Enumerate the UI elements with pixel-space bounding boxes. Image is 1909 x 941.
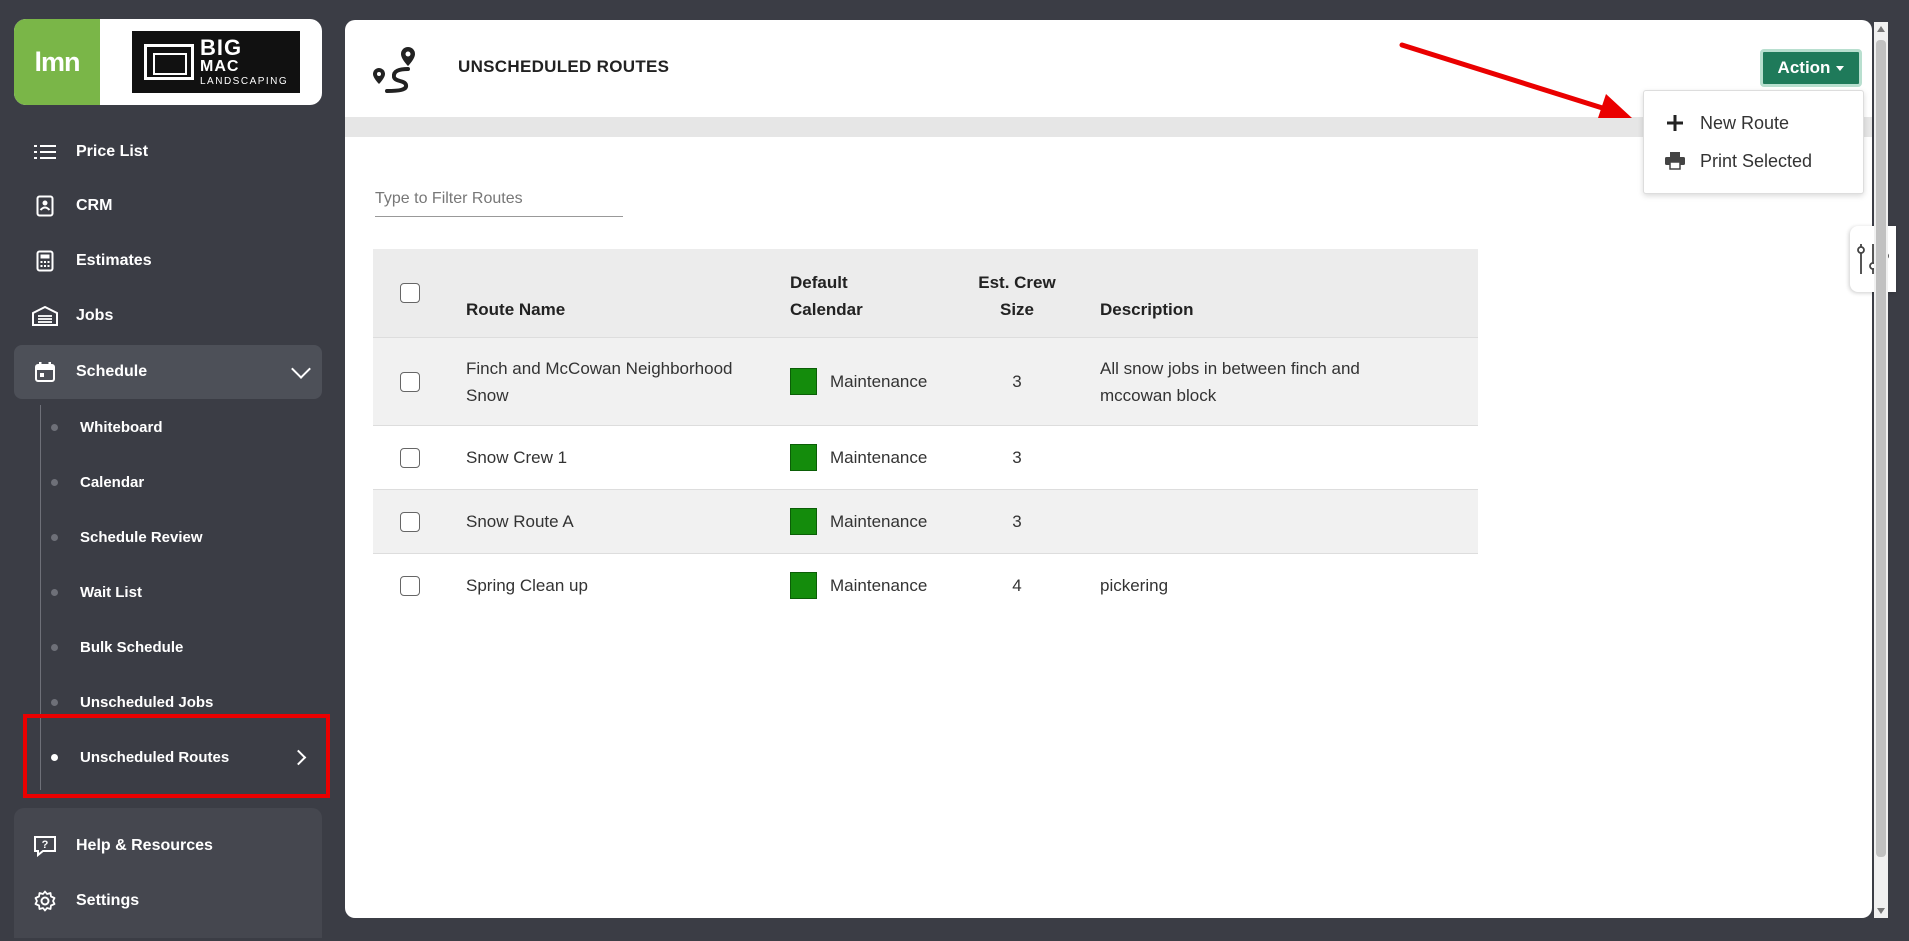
- tree-dot: [51, 424, 58, 431]
- menu-item-print-selected[interactable]: Print Selected: [1664, 147, 1812, 175]
- list-icon: [28, 140, 62, 164]
- sidebar-item-crm[interactable]: CRM: [14, 181, 322, 231]
- row-checkbox[interactable]: [400, 512, 420, 532]
- crew-size: 3: [1012, 448, 1022, 467]
- svg-text:?: ?: [42, 839, 49, 851]
- table-row[interactable]: Spring Clean up Maintenance 4 pickering: [373, 554, 1478, 617]
- column-header-crew-size-line1[interactable]: Est. Crew: [967, 269, 1067, 296]
- tree-dot: [51, 589, 58, 596]
- plus-icon: [1664, 115, 1686, 131]
- default-calendar: Maintenance: [830, 512, 928, 531]
- default-calendar: Maintenance: [830, 372, 928, 391]
- sidebar-item-help[interactable]: ? Help & Resources: [14, 821, 322, 871]
- sidebar: lmn BIG MAC LANDSCAPING Price List CRM E…: [0, 0, 340, 941]
- column-header-crew-size-line2[interactable]: Size: [967, 296, 1067, 323]
- company-logo-line3: LANDSCAPING: [200, 76, 289, 87]
- crew-size: 3: [1012, 512, 1022, 531]
- sidebar-subitem-bulk-schedule[interactable]: Bulk Schedule: [14, 620, 322, 675]
- contact-card-icon: [28, 194, 62, 218]
- table-row[interactable]: Finch and McCowan Neighborhood Snow Main…: [373, 338, 1478, 426]
- column-header-default-calendar-line2[interactable]: Calendar: [790, 296, 863, 323]
- description-line2: mccowan block: [1100, 386, 1217, 405]
- route-name-line1: Finch and McCowan Neighborhood: [466, 359, 733, 378]
- sidebar-item-schedule[interactable]: Schedule: [14, 345, 322, 399]
- scroll-down-icon[interactable]: [1877, 908, 1885, 914]
- calculator-icon: [28, 249, 62, 273]
- crew-size: 4: [1012, 576, 1022, 595]
- calendar-color-swatch: [790, 508, 817, 535]
- company-logo: BIG MAC LANDSCAPING: [132, 31, 300, 93]
- lmn-logo[interactable]: lmn: [14, 19, 100, 105]
- routes-table: Route Name Default Calendar Est. Crew Si…: [373, 249, 1478, 617]
- select-all-checkbox[interactable]: [400, 283, 420, 303]
- page-title: UNSCHEDULED ROUTES: [458, 57, 670, 76]
- route-name: Snow Route A: [466, 512, 574, 531]
- sidebar-item-estimates[interactable]: Estimates: [14, 236, 322, 286]
- filter-settings-tab[interactable]: [1850, 226, 1896, 292]
- gear-icon: [28, 889, 62, 913]
- route-icon: [369, 44, 421, 96]
- sidebar-item-settings[interactable]: Settings: [14, 876, 322, 926]
- highlight-annotation-box: [23, 714, 330, 798]
- description: pickering: [1100, 576, 1169, 595]
- default-calendar: Maintenance: [830, 448, 928, 467]
- calendar-color-swatch: [790, 572, 817, 599]
- sidebar-item-jobs[interactable]: Jobs: [14, 291, 322, 341]
- help-icon: ?: [28, 834, 62, 858]
- table-row[interactable]: Snow Crew 1 Maintenance 3: [373, 426, 1478, 490]
- route-name-line2: Snow: [466, 386, 509, 405]
- calendar-color-swatch: [790, 444, 817, 471]
- sliders-icon: [1857, 244, 1889, 274]
- tree-dot: [51, 534, 58, 541]
- default-calendar: Maintenance: [830, 576, 928, 595]
- route-name: Spring Clean up: [466, 576, 588, 595]
- tree-dot: [51, 479, 58, 486]
- crew-size: 3: [1012, 372, 1022, 391]
- main-scrollbar[interactable]: [1874, 22, 1888, 918]
- route-filter-input[interactable]: [375, 182, 623, 217]
- caret-down-icon: [1836, 65, 1845, 71]
- calendar-color-swatch: [790, 368, 817, 395]
- sidebar-item-price-list[interactable]: Price List: [14, 140, 322, 178]
- chevron-down-icon: [291, 359, 311, 379]
- description-line1: All snow jobs in between finch and: [1100, 359, 1360, 378]
- table-header: Route Name Default Calendar Est. Crew Si…: [373, 249, 1478, 338]
- action-dropdown-button[interactable]: Action: [1760, 49, 1862, 87]
- column-header-default-calendar-line1[interactable]: Default: [790, 269, 848, 296]
- company-logo-mark: [144, 44, 194, 80]
- sidebar-subitem-whiteboard[interactable]: Whiteboard: [14, 400, 322, 455]
- warehouse-icon: [28, 304, 62, 328]
- row-checkbox[interactable]: [400, 372, 420, 392]
- action-dropdown-menu: New Route Print Selected: [1643, 90, 1864, 194]
- scroll-thumb[interactable]: [1876, 40, 1886, 857]
- tree-dot: [51, 699, 58, 706]
- company-logo-line2: MAC: [200, 58, 240, 75]
- column-header-description[interactable]: Description: [1100, 296, 1194, 323]
- tree-dot: [51, 644, 58, 651]
- printer-icon: [1664, 152, 1686, 170]
- scroll-up-icon[interactable]: [1877, 26, 1885, 32]
- menu-item-new-route[interactable]: New Route: [1664, 109, 1789, 137]
- logo-card: lmn BIG MAC LANDSCAPING: [14, 19, 322, 105]
- row-checkbox[interactable]: [400, 576, 420, 596]
- sidebar-subitem-wait-list[interactable]: Wait List: [14, 565, 322, 620]
- sidebar-subitem-schedule-review[interactable]: Schedule Review: [14, 510, 322, 565]
- column-header-route-name[interactable]: Route Name: [466, 296, 565, 323]
- calendar-icon: [28, 360, 62, 384]
- sidebar-subitem-calendar[interactable]: Calendar: [14, 455, 322, 510]
- table-row[interactable]: Snow Route A Maintenance 3: [373, 490, 1478, 554]
- route-name: Snow Crew 1: [466, 448, 568, 467]
- company-logo-line1: BIG: [200, 35, 243, 60]
- row-checkbox[interactable]: [400, 448, 420, 468]
